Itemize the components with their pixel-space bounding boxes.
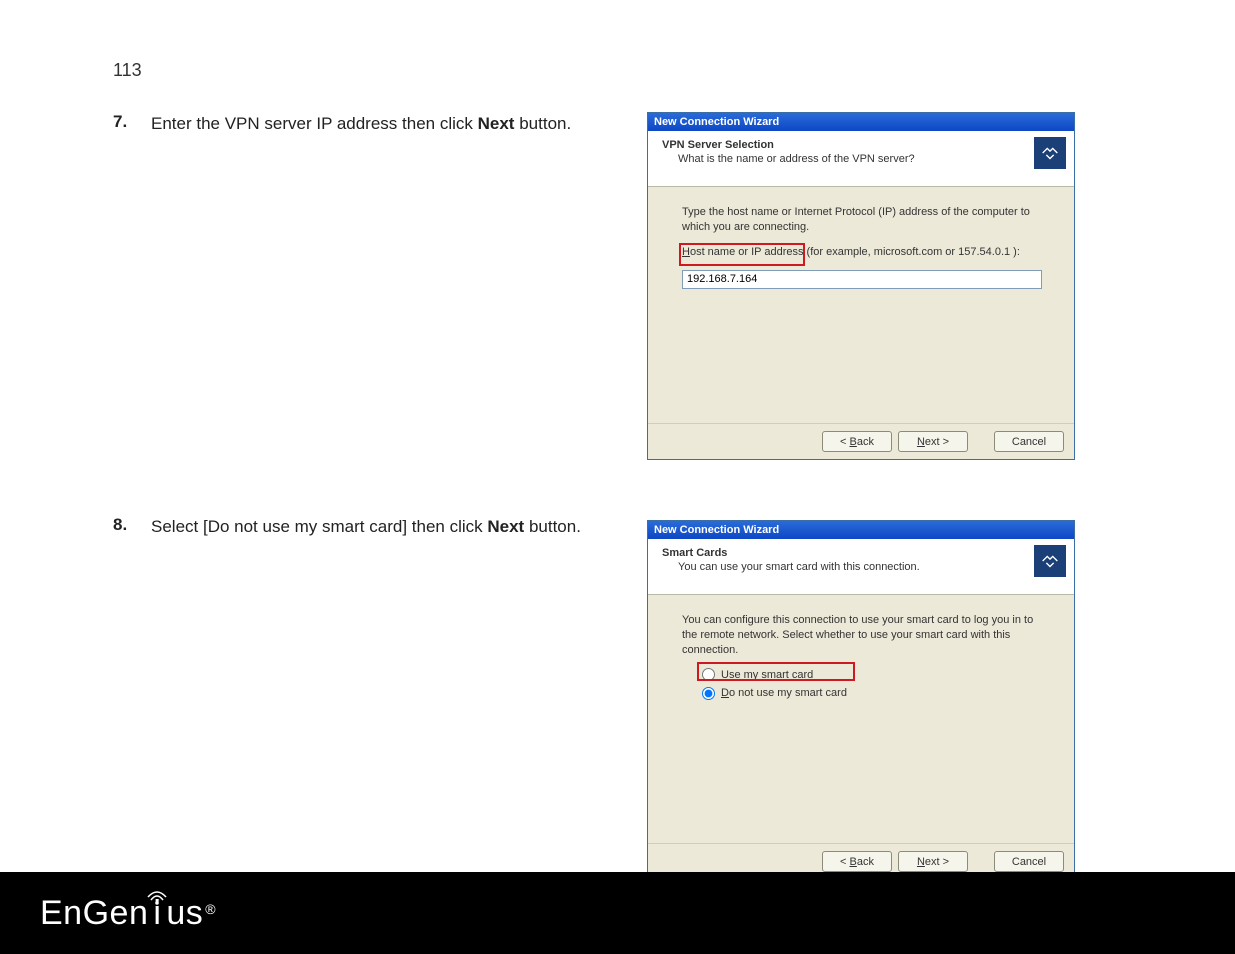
step7-suffix: button. xyxy=(514,114,571,133)
back-button[interactable]: < Back xyxy=(822,431,892,452)
radio-dont-use-smartcard[interactable]: Do not use my smart card xyxy=(702,686,1050,701)
wizard-smart-cards: New Connection Wizard Smart Cards You ca… xyxy=(647,520,1075,880)
step7-prefix: Enter the VPN server IP address then cli… xyxy=(151,114,478,133)
step-8-text: Select [Do not use my smart card] then c… xyxy=(151,515,581,539)
logo-us: us xyxy=(166,894,203,933)
next-button[interactable]: Next > xyxy=(898,431,968,452)
radio-dont-rest: o not use my smart card xyxy=(729,687,847,699)
next-rest: ext > xyxy=(925,436,949,448)
step-8-num: 8. xyxy=(113,515,151,535)
step-7-text: Enter the VPN server IP address then cli… xyxy=(151,112,571,136)
network-handshake-icon xyxy=(1034,137,1066,169)
next-rest: ext > xyxy=(925,856,949,868)
engenius-logo: EnGen ius® xyxy=(40,894,216,933)
wizard1-header-subtitle: What is the name or address of the VPN s… xyxy=(678,153,1064,165)
wizard1-header: VPN Server Selection What is the name or… xyxy=(648,131,1074,187)
wizard2-header: Smart Cards You can use your smart card … xyxy=(648,539,1074,595)
step7-bold: Next xyxy=(478,114,515,133)
ip-label-hotkey: H xyxy=(682,246,690,258)
wizard2-header-title: Smart Cards xyxy=(662,547,1064,559)
ip-label-rest: ost name or IP address (for example, mic… xyxy=(690,246,1020,258)
cancel-button[interactable]: Cancel xyxy=(994,851,1064,872)
wizard2-body: You can configure this connection to use… xyxy=(648,595,1074,713)
back-ul: B xyxy=(850,856,857,868)
radio-dont-input[interactable] xyxy=(702,687,715,700)
registered-mark-icon: ® xyxy=(205,901,216,917)
radio-dont-ul: D xyxy=(721,687,729,699)
back-rest: ack xyxy=(857,856,874,868)
step8-suffix: button. xyxy=(524,517,581,536)
back-pre: < xyxy=(840,436,849,448)
back-pre: < xyxy=(840,856,849,868)
wizard1-titlebar[interactable]: New Connection Wizard xyxy=(648,113,1074,131)
page-number: 113 xyxy=(113,60,142,81)
wizard1-instruction: Type the host name or Internet Protocol … xyxy=(682,205,1050,235)
radio-use-smartcard[interactable]: Use my smart card xyxy=(702,668,1050,683)
wizard1-footer: < Back Next > Cancel xyxy=(648,423,1074,459)
next-ul: N xyxy=(917,436,925,448)
next-ul: N xyxy=(917,856,925,868)
next-button[interactable]: Next > xyxy=(898,851,968,872)
cancel-button[interactable]: Cancel xyxy=(994,431,1064,452)
network-handshake-icon xyxy=(1034,545,1066,577)
wifi-icon xyxy=(146,876,168,915)
logo-i: i xyxy=(148,894,166,933)
wizard1-header-title: VPN Server Selection xyxy=(662,139,1064,151)
radio-use-ul: U xyxy=(721,669,729,681)
step8-bold: Next xyxy=(487,517,524,536)
back-button[interactable]: < Back xyxy=(822,851,892,872)
radio-use-input[interactable] xyxy=(702,668,715,681)
radio-use-rest: se my smart card xyxy=(729,669,813,681)
step8-prefix: Select [Do not use my smart card] then c… xyxy=(151,517,487,536)
back-ul: B xyxy=(850,436,857,448)
footer-bar: EnGen ius® xyxy=(0,872,1235,954)
ip-input-label: Host name or IP address (for example, mi… xyxy=(682,245,1050,260)
wizard2-header-subtitle: You can use your smart card with this co… xyxy=(678,561,1064,573)
wizard2-instruction: You can configure this connection to use… xyxy=(682,613,1050,658)
wizard-vpn-server: New Connection Wizard VPN Server Selecti… xyxy=(647,112,1075,460)
ip-address-input[interactable] xyxy=(682,270,1042,289)
radio-use-label: Use my smart card xyxy=(721,668,813,683)
back-rest: ack xyxy=(857,436,874,448)
logo-en: EnGen xyxy=(40,894,148,933)
radio-dont-label: Do not use my smart card xyxy=(721,686,847,701)
wizard1-body: Type the host name or Internet Protocol … xyxy=(648,187,1074,297)
step-7-num: 7. xyxy=(113,112,151,132)
wizard2-titlebar[interactable]: New Connection Wizard xyxy=(648,521,1074,539)
